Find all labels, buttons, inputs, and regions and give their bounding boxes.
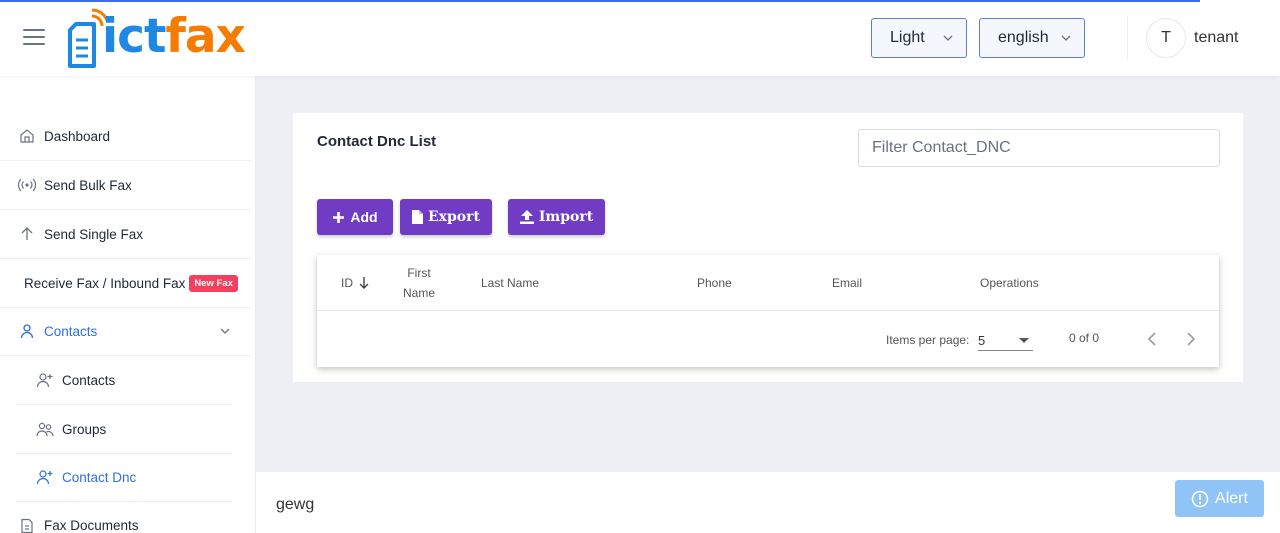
previous-page-button[interactable]: [1140, 327, 1164, 351]
contact-dnc-table: ID First Name Last Name Phone Email Oper…: [317, 255, 1219, 367]
column-header-label: ID: [341, 276, 353, 290]
arrow-up-icon: [18, 225, 36, 243]
caret-down-icon: [1019, 338, 1029, 343]
column-header-phone[interactable]: Phone: [697, 273, 732, 293]
app-header: ictfax Light english T tenant: [0, 0, 1280, 76]
user-plus-icon: [36, 468, 54, 486]
items-per-page-label: Items per page:: [886, 333, 970, 347]
sidebar-item-label: Send Bulk Fax: [44, 177, 132, 193]
document-icon: [18, 517, 36, 533]
users-icon: [36, 420, 54, 438]
next-page-button[interactable]: [1179, 327, 1203, 351]
column-header-last-name[interactable]: Last Name: [481, 273, 539, 293]
chevron-down-icon: [943, 35, 953, 41]
sort-arrow-down-icon: [359, 277, 369, 289]
import-button[interactable]: Import: [508, 199, 605, 235]
add-button-label: Add: [350, 209, 378, 225]
ictfax-logo[interactable]: ictfax: [66, 8, 278, 70]
contact-dnc-card: Contact Dnc List Add Export Import ID Fi…: [293, 113, 1243, 382]
chevron-down-icon: [220, 328, 230, 334]
sidebar-item-dashboard[interactable]: Dashboard: [0, 112, 251, 161]
theme-select[interactable]: Light: [871, 18, 967, 58]
sidebar-subitem-contacts[interactable]: Contacts: [16, 356, 232, 405]
menu-toggle-icon[interactable]: [23, 29, 45, 45]
sidebar-item-contacts[interactable]: Contacts: [0, 307, 251, 356]
sidebar-subitem-groups[interactable]: Groups: [16, 405, 232, 454]
file-icon: [412, 210, 423, 224]
language-select[interactable]: english: [979, 18, 1085, 58]
chevron-down-icon: [1061, 35, 1071, 41]
sidebar-item-label: Groups: [62, 421, 107, 437]
avatar: T: [1146, 18, 1186, 58]
page-range-label: 0 of 0: [1069, 331, 1100, 345]
sidebar-item-fax-documents[interactable]: Fax Documents: [0, 501, 251, 533]
footer-text: gewg: [276, 496, 315, 513]
paginator: Items per page: 5 0 of 0: [317, 311, 1219, 367]
chevron-left-icon: [1147, 332, 1156, 346]
column-header-first-name[interactable]: First Name: [399, 263, 439, 303]
items-per-page-select[interactable]: 5: [978, 327, 1033, 351]
fax-document-logo-icon: [68, 8, 110, 68]
theme-select-label: Light: [890, 29, 925, 46]
top-progress-line: [0, 0, 1200, 2]
user-menu[interactable]: T tenant: [1127, 16, 1238, 60]
logo-wordmark: ictfax: [102, 9, 246, 64]
sidebar-item-label: Dashboard: [44, 128, 111, 144]
sidebar-item-label: Fax Documents: [44, 518, 139, 533]
sidebar: Dashboard Send Bulk Fax Send Single Fax …: [0, 76, 256, 533]
column-header-id[interactable]: ID: [341, 273, 369, 293]
new-fax-badge: New Fax: [189, 274, 238, 292]
footer: gewg Alert: [256, 472, 1280, 533]
upload-icon: [519, 210, 534, 224]
plus-icon: [333, 211, 345, 223]
user-name: tenant: [1194, 29, 1239, 46]
import-button-label: Import: [538, 209, 594, 225]
sidebar-item-send-single-fax[interactable]: Send Single Fax: [0, 210, 251, 259]
table-header: ID First Name Last Name Phone Email Oper…: [317, 255, 1219, 311]
alert-circle-icon: [1191, 490, 1209, 507]
alert-button-label: Alert: [1215, 489, 1248, 507]
export-button-label: Export: [428, 209, 480, 225]
sidebar-subitem-contact-dnc[interactable]: Contact Dnc: [16, 453, 232, 502]
sidebar-item-send-bulk-fax[interactable]: Send Bulk Fax: [0, 161, 251, 210]
sidebar-item-label: Contacts: [44, 323, 98, 339]
user-plus-icon: [36, 371, 54, 389]
export-button[interactable]: Export: [400, 199, 492, 235]
sidebar-item-label: Contacts: [62, 372, 116, 388]
sidebar-item-label: Contact Dnc: [62, 469, 137, 485]
broadcast-icon: [18, 176, 36, 194]
sidebar-item-label: Receive Fax / Inbound Fax: [24, 275, 186, 291]
items-per-page-value: 5: [978, 333, 986, 348]
home-icon: [18, 127, 36, 145]
sidebar-item-receive-fax[interactable]: Receive Fax / Inbound Fax New Fax: [0, 259, 251, 308]
alert-button[interactable]: Alert: [1175, 480, 1264, 517]
language-select-label: english: [998, 29, 1049, 46]
page-title: Contact Dnc List: [317, 133, 437, 150]
sidebar-item-label: Send Single Fax: [44, 226, 144, 242]
user-icon: [18, 322, 36, 340]
column-header-operations: Operations: [980, 276, 1039, 290]
column-header-email[interactable]: Email: [832, 273, 862, 293]
chevron-right-icon: [1187, 332, 1196, 346]
add-button[interactable]: Add: [317, 199, 393, 235]
filter-input[interactable]: [858, 129, 1220, 167]
